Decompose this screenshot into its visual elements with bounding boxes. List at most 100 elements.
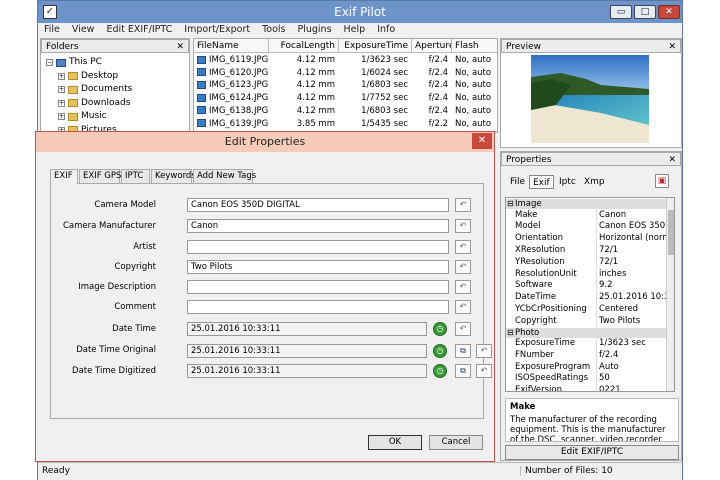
revert-icon[interactable]: ↶	[455, 322, 471, 336]
menu-item-tools[interactable]: Tools	[262, 23, 285, 37]
properties-tab-iptc[interactable]: Iptc	[556, 175, 579, 189]
folders-close-icon[interactable]: ✕	[176, 40, 184, 54]
menu-item-view[interactable]: View	[72, 23, 95, 37]
comment-field[interactable]	[187, 300, 449, 314]
maximize-button[interactable]: □	[634, 5, 656, 19]
clock-icon[interactable]: ◷	[433, 322, 447, 336]
property-row[interactable]: DateTime 25.01.2016 10:3...	[506, 292, 666, 304]
file-row[interactable]: IMG_6138.JPG 4.12 mm 1/6803 sec f/2.4 No, au…	[194, 105, 497, 118]
column-header-focallength[interactable]: FocalLength	[269, 39, 339, 53]
property-row[interactable]: FNumber f/2.4	[506, 349, 666, 362]
properties-tab-exif[interactable]: Exif	[529, 175, 554, 189]
properties-tab-file[interactable]: File	[507, 175, 528, 189]
copyright-field[interactable]: Two Pilots	[187, 260, 449, 274]
property-row[interactable]: YResolution 72/1	[506, 256, 666, 269]
revert-icon[interactable]: ↶	[476, 344, 492, 358]
tree-item-desktop[interactable]: + Desktop	[58, 70, 118, 83]
expand-icon[interactable]: +	[58, 113, 65, 120]
edit-exif-button[interactable]: Edit EXIF/IPTC	[505, 445, 679, 460]
copy-icon[interactable]: ⧉	[455, 344, 471, 358]
property-row[interactable]: Orientation Horizontal (normal)	[506, 233, 666, 245]
menu-item-file[interactable]: File	[44, 23, 60, 37]
property-scrollbar[interactable]	[666, 198, 674, 391]
property-row[interactable]: ISOSpeedRatings 50	[506, 373, 666, 386]
dialog-tab-iptc[interactable]: IPTC	[121, 169, 150, 183]
revert-icon[interactable]: ↶	[455, 260, 471, 274]
date-time-field[interactable]: 25.01.2016 10:33:11	[187, 322, 427, 336]
property-section-image[interactable]: ⊟ Image	[506, 199, 666, 209]
tree-item-documents[interactable]: + Documents	[58, 83, 132, 96]
property-row[interactable]: ExposureTime 1/3623 sec	[506, 338, 666, 350]
tree-item-downloads[interactable]: + Downloads	[58, 97, 130, 110]
camera-model-field[interactable]: Canon EOS 350D DIGITAL	[187, 198, 449, 212]
ok-button[interactable]: OK	[368, 435, 422, 450]
revert-icon[interactable]: ↶	[455, 198, 471, 212]
dialog-tab-exif-gps[interactable]: EXIF GPS	[79, 169, 121, 183]
file-row[interactable]: IMG_6120.JPG 4.12 mm 1/6024 sec f/2.4 No, au…	[194, 67, 497, 80]
revert-icon[interactable]: ↶	[455, 240, 471, 254]
revert-icon[interactable]: ↶	[455, 300, 471, 314]
expand-icon[interactable]: +	[58, 86, 65, 93]
clock-icon[interactable]: ◷	[433, 364, 447, 378]
column-header-filename[interactable]: FileName	[194, 39, 269, 53]
property-grid: ⊟ Image Make Canon Model Canon EOS 350... Orie…	[505, 197, 675, 392]
expand-icon[interactable]: +	[58, 72, 65, 80]
property-row[interactable]: ExifVersion 0221	[506, 385, 666, 391]
file-row[interactable]: IMG_6124.JPG 4.12 mm 1/7752 sec f/2.4 No, au…	[194, 92, 497, 105]
minimize-button[interactable]: ▭	[610, 5, 632, 19]
preview-close-icon[interactable]: ✕	[668, 40, 676, 54]
property-row[interactable]: Make Canon	[506, 209, 666, 222]
tree-item-music[interactable]: + Music	[58, 110, 107, 123]
revert-icon[interactable]: ↶	[455, 219, 471, 233]
image-description-field[interactable]	[187, 280, 449, 294]
tree-item-this-pc[interactable]: − This PC	[46, 56, 102, 69]
property-value: 72/1	[596, 256, 666, 269]
expand-icon[interactable]: −	[46, 59, 53, 66]
menu-item-edit-exif-iptc[interactable]: Edit EXIF/IPTC	[106, 23, 172, 37]
column-header-flash[interactable]: Flash	[452, 39, 497, 53]
date-time-digitized-field[interactable]: 25.01.2016 10:33:11	[187, 364, 427, 378]
file-cell-filename: IMG_6139.JPG	[194, 118, 269, 131]
property-value: 25.01.2016 10:3...	[596, 292, 666, 304]
cancel-button[interactable]: Cancel	[429, 435, 483, 450]
menu-item-plugins[interactable]: Plugins	[298, 23, 332, 37]
menu-item-import-export[interactable]: Import/Export	[184, 23, 250, 37]
file-row[interactable]: IMG_6123.JPG 4.12 mm 1/6803 sec f/2.4 No, au…	[194, 79, 497, 92]
properties-title: Properties	[506, 155, 552, 165]
file-row[interactable]: IMG_6119.JPG 4.12 mm 1/3623 sec f/2.4 No, au…	[194, 54, 497, 67]
menu-item-info[interactable]: Info	[377, 23, 395, 37]
revert-icon[interactable]: ↶	[455, 280, 471, 294]
revert-icon[interactable]: ↶	[476, 364, 492, 378]
property-row[interactable]: ExposureProgram Auto	[506, 361, 666, 374]
file-row[interactable]: IMG_6139.JPG 3.85 mm 1/5435 sec f/2.2 No, au…	[194, 118, 497, 131]
property-row[interactable]: Model Canon EOS 350...	[506, 221, 666, 234]
dialog-tab-add-new-tags[interactable]: Add New Tags	[193, 169, 256, 183]
close-button[interactable]: ✕	[658, 5, 680, 19]
collapse-icon[interactable]: ⊟	[507, 199, 514, 209]
copy-icon[interactable]: ⧉	[455, 364, 471, 378]
properties-close-icon[interactable]: ✕	[668, 153, 676, 167]
collapse-icon[interactable]: ⊟	[507, 328, 514, 338]
artist-field[interactable]	[187, 240, 449, 254]
date-time-digitized-label: Date Time Digitized	[72, 366, 156, 376]
date-time-original-field[interactable]: 25.01.2016 10:33:11	[187, 344, 427, 358]
dialog-close-button[interactable]: ✕	[472, 133, 492, 149]
property-row[interactable]: Software 9.2	[506, 280, 666, 293]
property-section-photo[interactable]: ⊟ Photo	[506, 327, 666, 338]
column-header-aperture[interactable]: Aperture	[412, 39, 452, 53]
property-row[interactable]: XResolution 72/1	[506, 244, 666, 257]
clock-icon[interactable]: ◷	[433, 344, 447, 358]
property-row[interactable]: YCbCrPositioning Centered	[506, 303, 666, 316]
camera-manufacturer-field[interactable]: Canon	[187, 219, 449, 233]
preview-panel: Preview ✕	[500, 38, 682, 148]
expand-icon[interactable]: +	[58, 99, 65, 107]
properties-tab-xmp[interactable]: Xmp	[581, 175, 608, 189]
dialog-tab-exif[interactable]: EXIF	[50, 169, 78, 184]
scroll-thumb[interactable]	[668, 210, 674, 255]
column-header-exposuretime[interactable]: ExposureTime	[339, 39, 412, 53]
export-icon[interactable]: ▣	[655, 174, 669, 188]
dialog-tab-keywords[interactable]: Keywords	[151, 169, 196, 183]
menu-item-help[interactable]: Help	[344, 23, 366, 37]
property-row[interactable]: Copyright Two Pilots	[506, 315, 666, 328]
property-row[interactable]: ResolutionUnit inches	[506, 268, 666, 281]
